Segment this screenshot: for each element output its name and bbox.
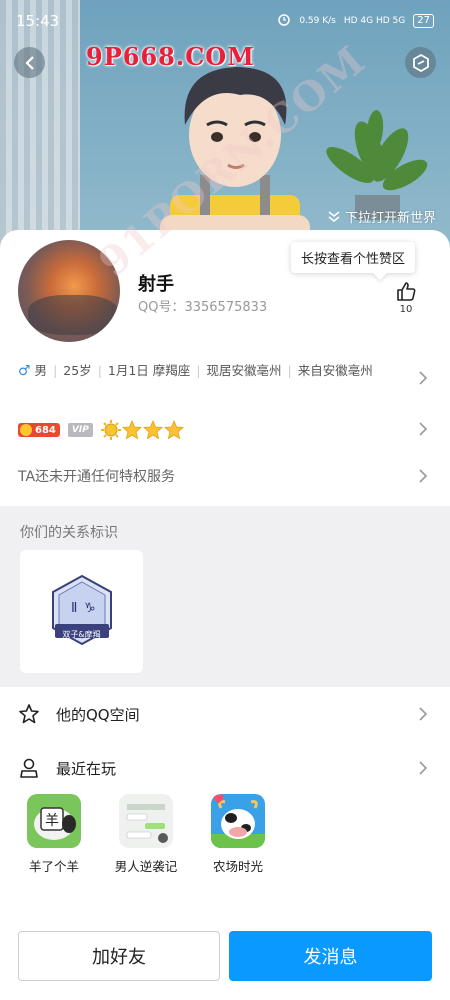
like-tooltip: 长按查看个性赞区 bbox=[290, 242, 415, 273]
info-location: 现居安徽亳州 bbox=[206, 363, 282, 378]
qq-level bbox=[100, 420, 184, 440]
pull-down-hint[interactable]: 下拉打开新世界 bbox=[327, 207, 436, 226]
chevron-right-icon[interactable] bbox=[418, 706, 428, 727]
info-birthday: 1月1日 bbox=[107, 363, 149, 378]
chevron-right-icon[interactable] bbox=[418, 421, 428, 442]
chevron-left-icon bbox=[24, 55, 34, 70]
recent-games: 羊 羊了个羊 男人逆袭记 农场时光 bbox=[22, 794, 270, 875]
back-button[interactable] bbox=[14, 47, 45, 78]
relation-title: 你们的关系标识 bbox=[20, 525, 118, 541]
game-item[interactable]: 农场时光 bbox=[206, 794, 270, 875]
alarm-icon bbox=[277, 12, 291, 29]
info-hometown: 来自安徽亳州 bbox=[297, 363, 373, 378]
chevron-right-icon[interactable] bbox=[418, 370, 428, 391]
star-icon bbox=[121, 420, 142, 440]
game-name: 农场时光 bbox=[212, 859, 263, 874]
info-gender: 男 bbox=[34, 363, 48, 378]
add-friend-button[interactable]: 加好友 bbox=[18, 931, 220, 981]
profile-info-row[interactable]: ♂ 男 | 25岁 | 1月1日 摩羯座 | 现居安徽亳州 | 来自安徽亳州 bbox=[18, 360, 378, 382]
like-button[interactable]: 10 bbox=[392, 280, 420, 315]
battery-icon: 27 bbox=[413, 13, 434, 28]
nickname: 射手 bbox=[138, 274, 174, 295]
hexagon-icon bbox=[412, 53, 429, 72]
qzone-row[interactable]: 他的QQ空间 bbox=[18, 699, 432, 729]
info-age: 25岁 bbox=[63, 363, 92, 378]
qq-number[interactable]: QQ号：3356575833 bbox=[138, 296, 267, 315]
info-zodiac: 摩羯座 bbox=[152, 363, 191, 378]
svg-text:♑: ♑ bbox=[84, 601, 96, 616]
game-item[interactable]: 男人逆袭记 bbox=[114, 794, 178, 875]
game-name: 羊了个羊 bbox=[28, 859, 79, 874]
game-item[interactable]: 羊 羊了个羊 bbox=[22, 794, 86, 875]
sun-crown-icon bbox=[100, 420, 121, 440]
thumbs-up-icon bbox=[397, 282, 416, 301]
coin-value: 684 bbox=[35, 424, 56, 436]
cow-farm-icon bbox=[211, 794, 265, 848]
relation-badge-card[interactable]: Ⅱ ♑ 双子&摩羯 bbox=[20, 550, 143, 673]
coin-icon bbox=[20, 424, 32, 436]
privilege-row[interactable]: TA还未开通任何特权服务 bbox=[18, 466, 175, 486]
recent-play-row[interactable]: 最近在玩 bbox=[18, 753, 432, 783]
profile-cover[interactable]: 9P668.COM 15:43 0.59 K/s HD 4G HD 5G 27 … bbox=[0, 0, 450, 262]
qzone-label: 他的QQ空间 bbox=[56, 705, 140, 724]
net-speed: 0.59 K/s bbox=[299, 15, 336, 26]
level-badges[interactable]: 684 VIP bbox=[18, 420, 184, 440]
recent-play-title: 最近在玩 bbox=[56, 759, 117, 778]
pull-hint-text: 下拉打开新世界 bbox=[344, 211, 436, 226]
svg-text:羊: 羊 bbox=[45, 813, 59, 829]
relation-badge-label: 双子&摩羯 bbox=[62, 630, 101, 639]
network-indicator: HD 4G HD 5G bbox=[343, 15, 406, 26]
status-bar: 15:43 0.59 K/s HD 4G HD 5G 27 bbox=[0, 0, 450, 40]
profile-card: 射手 QQ号：3356575833 长按查看个性赞区 10 ♂ 男 | 25岁 | 1月… bbox=[0, 230, 450, 1000]
relation-section: 你们的关系标识 Ⅱ ♑ 双子&摩羯 bbox=[0, 506, 450, 687]
double-chevron-down-icon bbox=[328, 210, 340, 222]
game-pin-icon bbox=[20, 758, 38, 778]
vip-badge: VIP bbox=[67, 423, 93, 437]
star-icon bbox=[142, 420, 163, 440]
coin-badge: 684 bbox=[18, 423, 60, 437]
male-icon: ♂ bbox=[18, 363, 31, 379]
chat-game-icon bbox=[119, 794, 173, 848]
chevron-right-icon[interactable] bbox=[418, 468, 428, 489]
status-icons: 0.59 K/s HD 4G HD 5G 27 bbox=[277, 12, 434, 29]
avatar[interactable] bbox=[18, 240, 120, 342]
sheep-game-icon: 羊 bbox=[27, 794, 81, 848]
settings-button[interactable] bbox=[405, 47, 436, 78]
game-name: 男人逆袭记 bbox=[114, 859, 178, 874]
watermark-text: 9P668.COM bbox=[86, 42, 255, 71]
svg-text:Ⅱ: Ⅱ bbox=[71, 601, 77, 616]
plant-decoration bbox=[326, 110, 428, 220]
status-time: 15:43 bbox=[16, 12, 60, 30]
star-outline-icon bbox=[19, 704, 39, 724]
chevron-right-icon[interactable] bbox=[418, 760, 428, 781]
like-count: 10 bbox=[399, 304, 413, 315]
send-message-button[interactable]: 发消息 bbox=[229, 931, 432, 981]
star-icon bbox=[163, 420, 184, 440]
cartoon-avatar-figure bbox=[160, 67, 310, 245]
